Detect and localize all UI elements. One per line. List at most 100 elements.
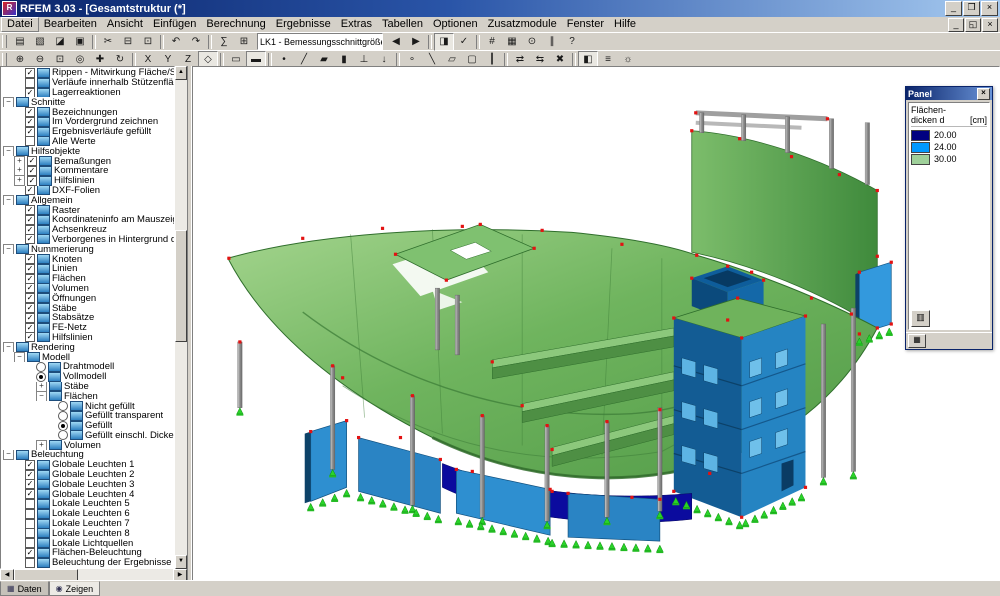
tree-item-schnitte[interactable]: −Schnitte [1,97,174,107]
undo-button[interactable]: ↶ [166,33,186,51]
toolbar-grip[interactable] [2,35,7,48]
tree-item-fe-netz[interactable]: ✓FE-Netz [1,323,174,333]
results-panel[interactable]: Panel × Flächen- dicken d [cm] 20.0024.0… [905,86,993,350]
open-file-button[interactable]: ▧ [30,33,50,51]
window-minimize-button[interactable]: _ [945,1,962,16]
tree-item-stäbe[interactable]: +Stäbe [1,382,174,392]
tree-item-ergebnisverläufe-gefüllt[interactable]: ✓Ergebnisverläufe gefüllt [1,127,174,137]
menu-fenster[interactable]: Fenster [562,18,609,31]
tree-item-im-vordergrund-zeichnen[interactable]: ✓Im Vordergrund zeichnen [1,117,174,127]
checkbox[interactable] [25,538,35,548]
checkbox[interactable]: ✓ [25,254,35,264]
tree-item-stabsätze[interactable]: ✓Stabsätze [1,313,174,323]
radio-button[interactable] [58,430,68,440]
tree-item-nicht-gefüllt[interactable]: Nicht gefüllt [1,401,174,411]
menu-hilfe[interactable]: Hilfe [609,18,641,31]
redo-button[interactable]: ↷ [186,33,206,51]
checkbox[interactable]: ✓ [27,156,37,166]
next-load-case-button[interactable]: ▶ [406,33,426,51]
tree-vertical-scrollbar[interactable]: ▲ ▼ [175,66,187,569]
checkbox[interactable]: ✓ [25,460,35,470]
menu-einfügen[interactable]: Einfügen [148,18,201,31]
mdi-close-button[interactable]: × [982,18,998,32]
show-grid-button[interactable]: ▦ [502,33,522,51]
tree-item-lokale-leuchten-5[interactable]: Lokale Leuchten 5 [1,499,174,509]
tree-item-lokale-lichtquellen[interactable]: Lokale Lichtquellen [1,538,174,548]
sidebar-tab-zeigen[interactable]: ◉Zeigen [49,581,101,596]
panel-options-button[interactable]: ▥ [911,310,930,327]
tree-item-verborgenes-in-hintergrund-darstellen[interactable]: ✓Verborgenes in Hintergrund darstellen [1,235,174,245]
menu-datei[interactable]: Datei [1,17,39,32]
checkbox[interactable]: ✓ [25,303,35,313]
mdi-minimize-button[interactable]: _ [948,18,964,32]
new-file-button[interactable]: ▤ [10,33,30,51]
expand-icon[interactable]: + [14,166,25,176]
menu-ansicht[interactable]: Ansicht [102,18,148,31]
scroll-down-arrow[interactable]: ▼ [175,555,187,569]
tree-item-kommentare[interactable]: +✓Kommentare [1,166,174,176]
toolbar-grip[interactable] [2,53,7,66]
checkbox[interactable]: ✓ [25,117,35,127]
checkbox[interactable]: ✓ [25,225,35,235]
help-button[interactable]: ? [562,33,582,51]
menu-ergebnisse[interactable]: Ergebnisse [271,18,336,31]
checkbox[interactable] [25,499,35,509]
tree-item-öffnungen[interactable]: ✓Öffnungen [1,293,174,303]
menu-berechnung[interactable]: Berechnung [201,18,270,31]
checkbox[interactable]: ✓ [25,470,35,480]
tree-item-vollmodell[interactable]: Vollmodell [1,372,174,382]
checkbox[interactable]: ✓ [25,215,35,225]
tree-item-globale-leuchten-3[interactable]: ✓Globale Leuchten 3 [1,479,174,489]
checkbox[interactable]: ✓ [25,489,35,499]
tree-item-bezeichnungen[interactable]: ✓Bezeichnungen [1,107,174,117]
tree-item-verläufe-innerhalb-stützenfläche[interactable]: Verläufe innerhalb Stützenfläche [1,78,174,88]
tree-item-linien[interactable]: ✓Linien [1,264,174,274]
checkbox[interactable]: ✓ [25,293,35,303]
paste-button[interactable]: ⊡ [138,33,158,51]
checkbox[interactable]: ✓ [27,166,37,176]
tree-item-hilfslinien[interactable]: +✓Hilfslinien [1,176,174,186]
collapse-icon[interactable]: − [14,352,25,362]
checkbox[interactable]: ✓ [25,88,35,98]
panel-close-button[interactable]: × [977,88,990,100]
tree-item-rendering[interactable]: −Rendering [1,342,174,352]
load-case-combo[interactable]: LK1 - Bemessungsschnittgröße▼ [257,33,383,50]
tree-item-nummerierung[interactable]: −Nummerierung [1,244,174,254]
expand-icon[interactable]: + [36,382,47,392]
expand-icon[interactable]: + [14,156,25,166]
checkbox[interactable]: ✓ [25,284,35,294]
checkbox[interactable] [25,558,35,568]
radio-button[interactable] [58,411,68,421]
tree-item-bemaßungen[interactable]: +✓Bemaßungen [1,156,174,166]
checkbox[interactable]: ✓ [25,205,35,215]
tree-item-stäbe[interactable]: ✓Stäbe [1,303,174,313]
radio-button[interactable] [58,401,68,411]
collapse-icon[interactable]: − [36,391,47,401]
tree-item-gefüllt-transparent[interactable]: Gefüllt transparent [1,411,174,421]
checkbox[interactable]: ✓ [25,127,35,137]
collapse-icon[interactable]: − [3,342,14,352]
mdi-restore-button[interactable]: ◱ [965,18,981,32]
panel-title-bar[interactable]: Panel × [906,87,992,100]
tree-item-lokale-leuchten-6[interactable]: Lokale Leuchten 6 [1,509,174,519]
checkbox[interactable] [25,78,35,88]
expand-icon[interactable]: + [36,440,47,450]
tree-item-globale-leuchten-2[interactable]: ✓Globale Leuchten 2 [1,470,174,480]
checkbox[interactable]: ✓ [25,479,35,489]
tree-item-hilfsobjekte[interactable]: −Hilfsobjekte [1,146,174,156]
checkbox[interactable]: ✓ [27,176,37,186]
scroll-up-arrow[interactable]: ▲ [175,66,187,80]
tree-item-lagerreaktionen[interactable]: ✓Lagerreaktionen [1,88,174,98]
prev-load-case-button[interactable]: ◀ [386,33,406,51]
checkbox[interactable] [25,137,35,147]
checkbox[interactable]: ✓ [25,274,35,284]
checkbox[interactable]: ✓ [25,107,35,117]
menu-bearbeiten[interactable]: Bearbeiten [39,18,102,31]
tree-item-allgemein[interactable]: −Allgemein [1,195,174,205]
checkbox[interactable]: ✓ [25,235,35,245]
numbering-button[interactable]: # [482,33,502,51]
collapse-icon[interactable]: − [3,146,14,156]
expand-icon[interactable]: + [14,176,25,186]
tree-item-globale-leuchten-1[interactable]: ✓Globale Leuchten 1 [1,460,174,470]
menu-optionen[interactable]: Optionen [428,18,483,31]
